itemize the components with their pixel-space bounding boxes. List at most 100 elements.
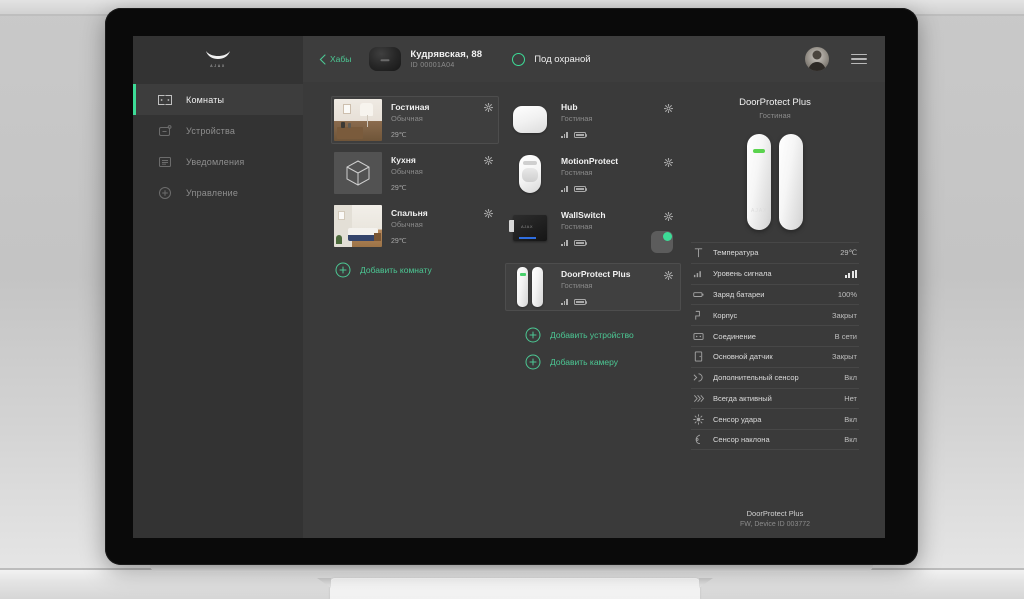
detail-title: DoorProtect Plus [739, 97, 811, 108]
detail-hero-image: AJAX [691, 126, 859, 238]
property-name: Всегда активный [713, 393, 772, 403]
gear-icon[interactable] [664, 158, 673, 167]
door-sensor-icon [694, 351, 703, 362]
device-status [561, 131, 654, 138]
screenshot-scene: AJAX Комнаты Устройства Уведомления Упра… [0, 0, 1024, 599]
battery-icon [573, 298, 588, 305]
temperature-icon [694, 248, 703, 258]
sidebar-item-notifications[interactable]: Уведомления [133, 146, 303, 177]
sidebar-item-devices[interactable]: Устройства [133, 115, 303, 146]
aux-sensor-icon [693, 373, 703, 382]
gear-icon[interactable] [484, 156, 493, 165]
device-name: WallSwitch [561, 210, 606, 220]
always-active-icon [694, 394, 704, 402]
property-value: Вкл [844, 414, 857, 424]
room-temperature: 29℃ [391, 238, 407, 245]
avatar-body [808, 62, 826, 71]
cube-placeholder-icon [346, 160, 370, 186]
main-area: Хабы Кудрявская, 88 ID 00001A04 Под охра… [303, 36, 885, 538]
gear-icon[interactable] [664, 212, 673, 221]
avatar[interactable] [805, 47, 829, 71]
device-status [561, 298, 654, 305]
signal-icon [561, 298, 568, 305]
sidebar-item-label: Комнаты [186, 94, 225, 105]
room-type: Обычная [391, 114, 423, 123]
property-name: Основной датчик [713, 352, 773, 362]
property-name: Температура [713, 248, 759, 258]
sidebar-item-rooms[interactable]: Комнаты [133, 84, 303, 115]
battery-icon [693, 292, 704, 297]
gear-icon[interactable] [664, 271, 673, 280]
hub-device-art [513, 106, 547, 133]
device-room: Гостиная [561, 281, 593, 290]
room-type: Обычная [391, 220, 423, 229]
hub-meta: Кудрявская, 88 ID 00001A04 [410, 49, 482, 69]
room-thumbnail [334, 205, 382, 247]
sidebar-nav: Комнаты Устройства Уведомления Управлени… [133, 84, 303, 208]
gear-icon[interactable] [484, 103, 493, 112]
device-info: Hub Гостиная [561, 100, 654, 138]
arm-status-button[interactable]: Под охраной [512, 52, 591, 66]
wallswitch-toggle[interactable] [651, 231, 673, 253]
property-name: Корпус [713, 310, 738, 320]
back-to-hubs-button[interactable]: Хабы [313, 50, 357, 69]
property-row: Всегда активный Нет [691, 387, 859, 409]
gear-icon[interactable] [484, 209, 493, 218]
sidebar-item-control[interactable]: Управление [133, 177, 303, 208]
property-value: Вкл [844, 435, 857, 445]
topbar-right [805, 47, 867, 71]
device-card-hub[interactable]: Hub Гостиная [505, 96, 681, 144]
sidebar: AJAX Комнаты Устройства Уведомления Упра… [133, 36, 303, 538]
sidebar-item-label: Уведомления [186, 156, 245, 167]
battery-icon [573, 239, 588, 246]
footer-firmware-id: FW, Device ID 003772 [739, 521, 811, 528]
device-info: MotionProtect Гостиная [561, 154, 654, 192]
add-room-label: Добавить комнату [360, 265, 432, 275]
property-value: 100% [837, 289, 857, 299]
room-thumbnail [334, 99, 382, 141]
detail-footer: DoorProtect Plus FW, Device ID 003772 [691, 509, 859, 538]
room-card-kitchen[interactable]: Кухня Обычная 29℃ [331, 149, 499, 197]
hamburger-menu-icon[interactable] [851, 53, 867, 65]
property-value: Нет [844, 393, 857, 403]
status-label: Под охраной [534, 53, 591, 65]
room-info: Гостиная Обычная 29℃ [391, 99, 475, 139]
add-room-button[interactable]: Добавить комнату [331, 255, 499, 278]
device-card-doorprotect-plus[interactable]: DoorProtect Plus Гостиная [505, 263, 681, 311]
room-type: Обычная [391, 167, 423, 176]
topbar: Хабы Кудрявская, 88 ID 00001A04 Под охра… [303, 36, 885, 82]
property-row: Температура 29℃ [691, 242, 859, 263]
property-row: Дополнительный сенсор Вкл [691, 366, 859, 388]
laptop-trackpad [330, 578, 700, 599]
signal-icon [561, 185, 568, 192]
device-info: WallSwitch Гостиная [561, 208, 641, 246]
room-card-living[interactable]: Гостиная Обычная 29℃ [331, 96, 499, 144]
device-card-wallswitch[interactable]: AJAX WallSwitch Гостиная [505, 204, 681, 257]
room-name: Гостиная [391, 102, 430, 112]
room-thumbnail [334, 152, 382, 194]
property-name: Соединение [713, 331, 756, 341]
property-name: Сенсор удара [713, 414, 762, 424]
device-status [561, 185, 654, 192]
footer-device-name: DoorProtect Plus [746, 509, 804, 518]
ajax-wordmark: AJAX [210, 64, 226, 68]
device-status [561, 239, 641, 246]
device-room: Гостиная [561, 114, 593, 123]
device-thumbnail [509, 154, 551, 194]
plus-circle-icon [525, 327, 541, 343]
add-device-button[interactable]: Добавить устройство [505, 317, 681, 343]
gear-icon[interactable] [664, 104, 673, 113]
plus-circle-icon [525, 354, 541, 370]
content-columns: Гостиная Обычная 29℃ Кухня Обычная 29℃ С… [303, 82, 885, 538]
device-card-motionprotect[interactable]: MotionProtect Гостиная [505, 150, 681, 198]
device-detail-panel: DoorProtect Plus Гостиная AJAX Температу… [681, 96, 885, 538]
sidebar-item-label: Устройства [186, 125, 236, 136]
device-room: Гостиная [561, 222, 593, 231]
device-room: Гостиная [561, 168, 593, 177]
room-temperature: 29℃ [391, 132, 407, 139]
room-card-bedroom[interactable]: Спальня Обычная 29℃ [331, 202, 499, 250]
sidebar-item-label: Управление [186, 187, 239, 198]
property-value: Закрыт [832, 352, 857, 362]
property-row: Заряд батареи 100% [691, 283, 859, 305]
add-camera-button[interactable]: Добавить камеру [505, 343, 681, 370]
